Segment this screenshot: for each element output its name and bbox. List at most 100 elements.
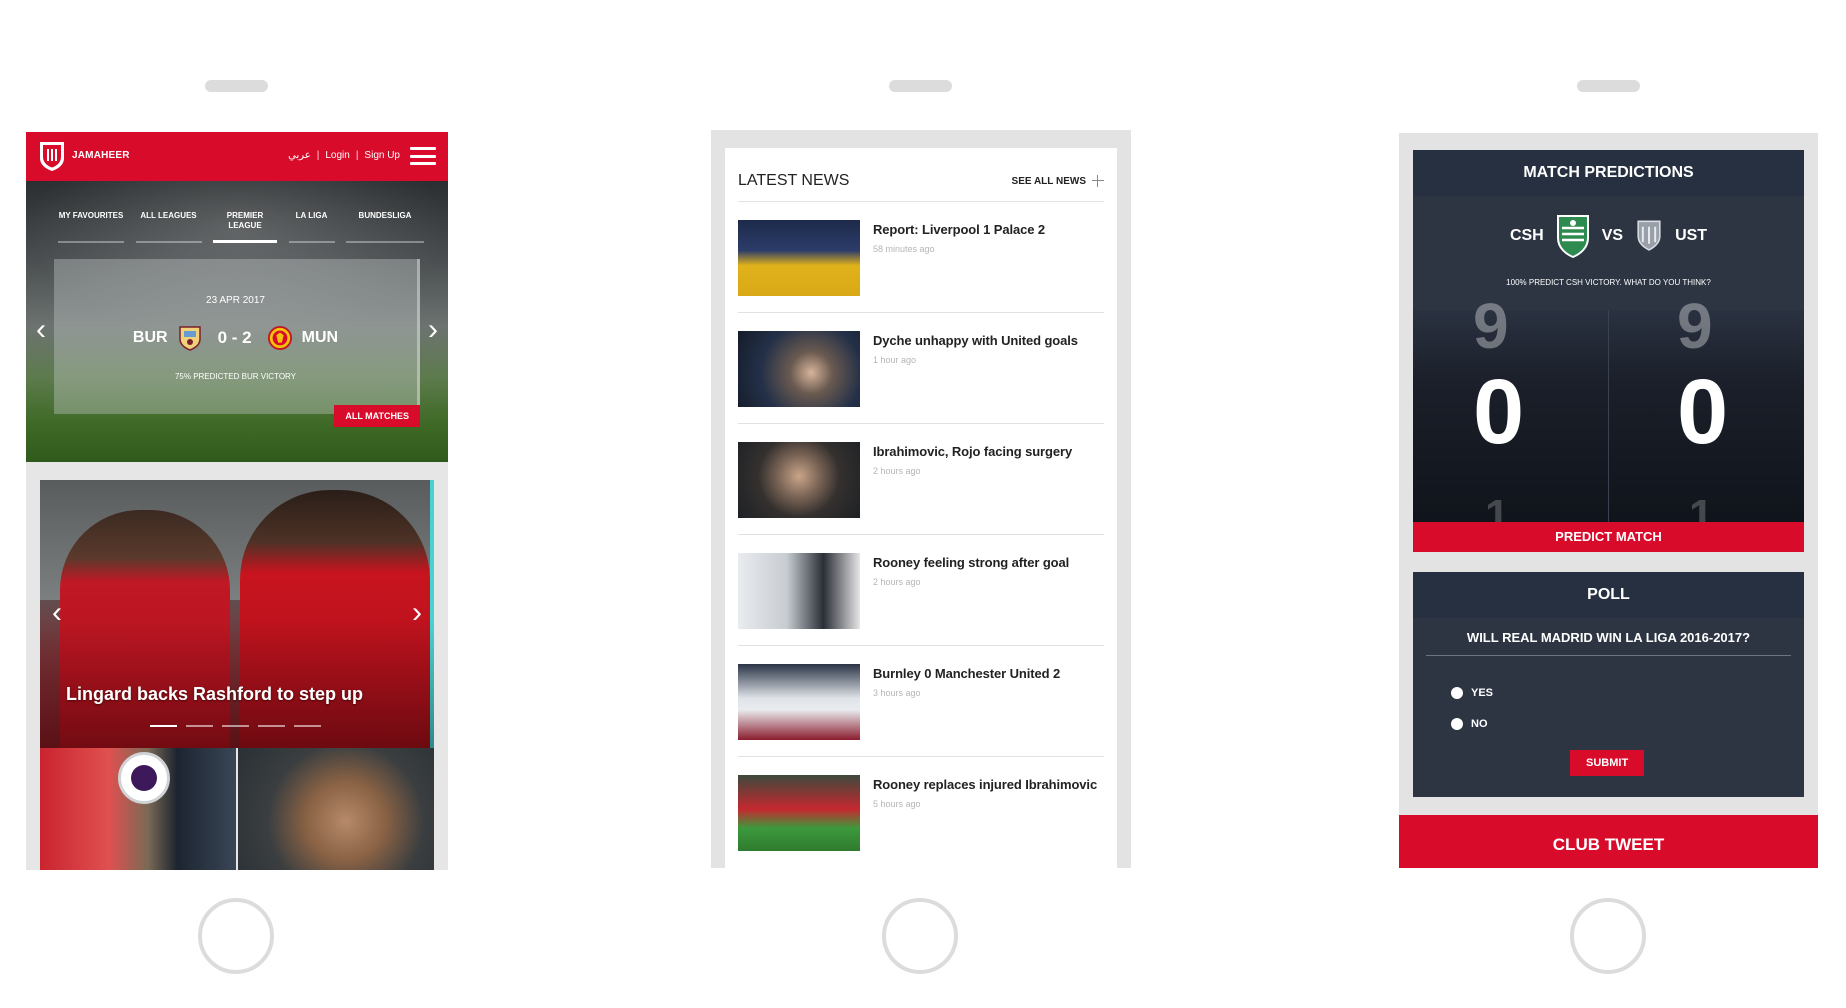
news-image xyxy=(738,220,860,296)
news-timestamp: 5 hours ago xyxy=(873,799,921,809)
match-prediction-text: 75% PREDICTED BUR VICTORY xyxy=(174,372,297,381)
club-tweet-header[interactable]: CLUB TWEET xyxy=(1399,815,1818,868)
header-links: عربي | Login | Sign Up xyxy=(288,150,400,161)
away-team-code: MUN xyxy=(301,329,339,346)
predictions-note: 100% PREDICT CSH VICTORY. WHAT DO YOU TH… xyxy=(1506,278,1711,287)
chevron-left-icon[interactable]: ‹ xyxy=(36,315,46,345)
chevron-right-icon[interactable]: › xyxy=(428,315,438,345)
news-timestamp: 3 hours ago xyxy=(873,688,921,698)
phone1-screen: JAMAHEER عربي | Login | Sign Up MY FAVOU… xyxy=(26,132,448,870)
see-all-news-link[interactable]: SEE ALL NEWS xyxy=(1012,175,1104,187)
phone2-screen: LATEST NEWS SEE ALL NEWS Report: Liverpo… xyxy=(711,130,1131,868)
predict-match-button[interactable]: PREDICT MATCH xyxy=(1413,522,1804,552)
tab-my-favourites[interactable]: MY FAVOURITES xyxy=(58,207,124,243)
slider-dot[interactable] xyxy=(294,725,321,727)
poll-option-yes[interactable]: YES xyxy=(1451,687,1493,699)
slider-headline[interactable]: Lingard backs Rashford to step up xyxy=(66,684,363,705)
featured-news-slider[interactable]: ‹ › Lingard backs Rashford to step up xyxy=(40,480,434,748)
news-headline: Report: Liverpool 1 Palace 2 xyxy=(873,222,1046,237)
login-link[interactable]: Login xyxy=(325,150,349,161)
arabic-language-link[interactable]: عربي xyxy=(288,150,311,161)
news-image xyxy=(738,775,860,851)
radio-button[interactable] xyxy=(1451,718,1463,730)
away-team-code: UST xyxy=(1675,227,1708,244)
section-title: LATEST NEWS xyxy=(738,172,850,189)
news-thumbnail[interactable] xyxy=(238,748,434,870)
home-team-code: CSH xyxy=(1509,227,1544,244)
predictions-teams-row: CSH VS UST xyxy=(1413,214,1804,258)
news-list: Report: Liverpool 1 Palace 2 58 minutes … xyxy=(738,202,1104,868)
news-timestamp: 2 hours ago xyxy=(873,577,921,587)
score-picker: 9 0 1 9 0 1 xyxy=(1413,294,1804,538)
match-card[interactable]: 23 APR 2017 BUR 0 - 2 MUN 75% PREDICTED … xyxy=(54,259,420,414)
app-header: JAMAHEER عربي | Login | Sign Up xyxy=(26,132,448,181)
premier-league-badge-icon xyxy=(118,752,170,804)
away-score-prev-digit[interactable]: 9 xyxy=(1677,294,1713,358)
chevron-right-icon[interactable]: › xyxy=(412,598,422,628)
radio-button[interactable] xyxy=(1451,687,1463,699)
chevron-left-icon[interactable]: ‹ xyxy=(52,598,62,628)
man-utd-crest-icon xyxy=(267,326,292,350)
home-team-code: BUR xyxy=(132,329,168,346)
home-score-digit[interactable]: 0 xyxy=(1473,366,1524,458)
slider-pagination xyxy=(150,725,321,727)
home-score-prev-digit[interactable]: 9 xyxy=(1473,294,1509,358)
news-thumbnail[interactable] xyxy=(40,748,236,870)
match-predictions-widget: MATCH PREDICTIONS CSH VS UST 100% PREDIC… xyxy=(1413,150,1804,552)
see-all-label: SEE ALL NEWS xyxy=(1011,175,1086,187)
news-image xyxy=(738,553,860,629)
ust-crest-icon xyxy=(1637,220,1661,251)
news-headline: Dyche unhappy with United goals xyxy=(873,333,1078,348)
match-date: 23 APR 2017 xyxy=(206,295,265,306)
poll-widget: POLL WILL REAL MADRID WIN LA LIGA 2016-2… xyxy=(1413,572,1804,797)
slider-dot[interactable] xyxy=(258,725,285,727)
news-timestamp: 1 hour ago xyxy=(873,355,917,365)
news-list-item[interactable]: Report: Liverpool 1 Palace 2 58 minutes … xyxy=(738,202,1104,313)
slider-dot[interactable] xyxy=(222,725,249,727)
submit-button[interactable]: SUBMIT xyxy=(1570,750,1645,776)
score-picker-divider xyxy=(1608,310,1609,522)
news-image xyxy=(738,664,860,740)
away-score-digit[interactable]: 0 xyxy=(1677,366,1728,458)
hamburger-menu-icon[interactable] xyxy=(410,147,436,165)
tab-all-leagues[interactable]: ALL LEAGUES xyxy=(135,207,202,243)
news-timestamp: 2 hours ago xyxy=(873,466,921,476)
news-list-item[interactable]: Rooney replaces injured Ibrahimovic 5 ho… xyxy=(738,757,1104,868)
news-list-item[interactable]: Burnley 0 Manchester United 2 3 hours ag… xyxy=(738,646,1104,757)
header-separator: | xyxy=(355,150,359,161)
news-headline: Ibrahimovic, Rojo facing surgery xyxy=(873,444,1073,459)
versus-label: VS xyxy=(1601,227,1624,244)
phone2-home-button xyxy=(882,898,958,974)
poll-option-no[interactable]: NO xyxy=(1451,718,1488,730)
tab-la-liga[interactable]: LA LIGA xyxy=(288,207,335,243)
plus-icon xyxy=(1092,175,1104,187)
poll-option-label: YES xyxy=(1471,687,1494,699)
slider-dot[interactable] xyxy=(150,725,177,727)
header-separator: | xyxy=(316,150,320,161)
all-matches-button[interactable]: ALL MATCHES xyxy=(334,405,420,427)
tab-premier-league[interactable]: PREMIER LEAGUE xyxy=(213,207,277,243)
match-score-row: BUR 0 - 2 MUN xyxy=(54,325,417,351)
phone3-speaker xyxy=(1577,80,1640,92)
tab-bundesliga[interactable]: BUNDESLIGA xyxy=(346,207,424,243)
latest-news-header: LATEST NEWS SEE ALL NEWS xyxy=(738,172,1104,190)
poll-question: WILL REAL MADRID WIN LA LIGA 2016-2017? xyxy=(1426,630,1791,656)
brand-name: JAMAHEER xyxy=(72,150,130,161)
news-list-item[interactable]: Dyche unhappy with United goals 1 hour a… xyxy=(738,313,1104,424)
phone1-home-button xyxy=(198,898,274,974)
signup-link[interactable]: Sign Up xyxy=(364,150,400,161)
news-list-item[interactable]: Rooney feeling strong after goal 2 hours… xyxy=(738,535,1104,646)
news-headline: Rooney feeling strong after goal xyxy=(873,555,1070,570)
news-list-item[interactable]: Ibrahimovic, Rojo facing surgery 2 hours… xyxy=(738,424,1104,535)
news-image xyxy=(738,442,860,518)
league-tabs: MY FAVOURITES ALL LEAGUES PREMIER LEAGUE… xyxy=(58,207,424,243)
news-headline: Rooney replaces injured Ibrahimovic xyxy=(873,777,1098,792)
phone2-speaker xyxy=(889,80,952,92)
mockup-stage: JAMAHEER عربي | Login | Sign Up MY FAVOU… xyxy=(0,0,1846,1008)
jamaheer-logo-icon[interactable] xyxy=(38,140,66,172)
csh-crest-icon xyxy=(1556,215,1589,258)
latest-news-panel: LATEST NEWS SEE ALL NEWS Report: Liverpo… xyxy=(725,148,1117,868)
slider-dot[interactable] xyxy=(186,725,213,727)
poll-option-label: NO xyxy=(1471,718,1488,730)
match-score: 0 - 2 xyxy=(217,328,252,347)
